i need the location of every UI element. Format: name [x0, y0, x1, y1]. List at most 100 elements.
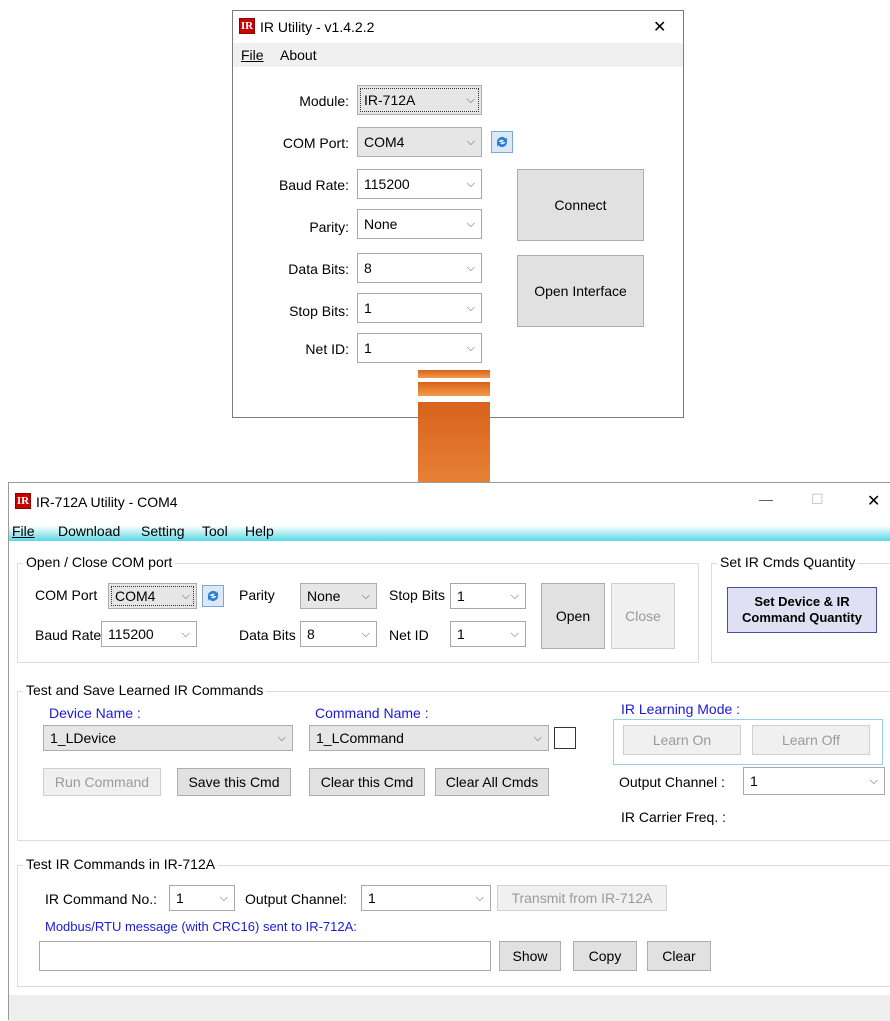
- chevron-down-icon: ⌵: [466, 217, 475, 230]
- chevron-down-icon: ⌵: [869, 774, 878, 787]
- chevron-down-icon: ⌵: [466, 177, 475, 190]
- status-bar: [9, 995, 890, 1021]
- data-bits-value: 8: [364, 260, 372, 276]
- clear-cmd-button[interactable]: Clear this Cmd: [309, 768, 425, 796]
- top-window: IR IR Utility - v1.4.2.2 ✕ File About Mo…: [232, 10, 684, 418]
- menu-bar: File About: [233, 43, 683, 67]
- command-name-select[interactable]: 1_LCommand ⌵: [309, 725, 549, 751]
- data-bits-select[interactable]: 8 ⌵: [357, 253, 482, 283]
- close-icon[interactable]: ✕: [653, 17, 666, 37]
- clear-button[interactable]: Clear: [647, 941, 711, 971]
- module-label: Module:: [299, 93, 349, 109]
- menu-tool[interactable]: Tool: [202, 523, 228, 539]
- output-channel-label: Output Channel :: [619, 774, 725, 790]
- device-name-select[interactable]: 1_LDevice ⌵: [43, 725, 293, 751]
- chevron-down-icon: ⌵: [181, 627, 190, 640]
- menu-help[interactable]: Help: [245, 523, 274, 539]
- menu-bar: File Download Setting Tool Help: [9, 519, 890, 541]
- stop-bits-label: Stop Bits: [389, 587, 446, 603]
- open-button[interactable]: Open: [541, 583, 605, 649]
- baud-rate-select[interactable]: 115200 ⌵: [357, 169, 482, 199]
- refresh-icon[interactable]: [491, 131, 513, 153]
- set-device-label-2: Command Quantity: [742, 610, 862, 625]
- com-port-select[interactable]: COM4 ⌵: [108, 583, 197, 609]
- learn-checkbox[interactable]: [554, 727, 576, 749]
- save-cmd-button[interactable]: Save this Cmd: [177, 768, 291, 796]
- baud-rate-value: 115200: [108, 626, 154, 642]
- parity-label: Parity:: [309, 219, 349, 235]
- stop-bits-select[interactable]: 1 ⌵: [450, 583, 526, 609]
- set-device-quantity-button[interactable]: Set Device & IR Command Quantity: [727, 587, 877, 633]
- connect-button[interactable]: Connect: [517, 169, 644, 241]
- chevron-down-icon: ⌵: [466, 261, 475, 274]
- ir-command-no-select[interactable]: 1 ⌵: [169, 885, 235, 911]
- copy-button[interactable]: Copy: [573, 941, 637, 971]
- baud-rate-label: Baud Rate: [35, 627, 102, 643]
- parity-value: None: [307, 588, 341, 604]
- chevron-down-icon: ⌵: [277, 731, 286, 744]
- baud-rate-select[interactable]: 115200 ⌵: [101, 621, 197, 647]
- cmds-quantity-title: Set IR Cmds Quantity: [717, 554, 859, 570]
- clear-all-cmds-button[interactable]: Clear All Cmds: [435, 768, 549, 796]
- chevron-down-icon: ⌵: [466, 341, 475, 354]
- learn-group: [17, 691, 890, 841]
- menu-file[interactable]: File: [12, 523, 35, 539]
- ir-logo-icon: IR: [239, 18, 255, 34]
- output-channel-value: 1: [750, 773, 758, 789]
- net-id-select[interactable]: 1 ⌵: [450, 621, 526, 647]
- com-port-label: COM Port: [35, 587, 98, 603]
- stop-bits-label: Stop Bits:: [289, 303, 349, 319]
- menu-file[interactable]: File: [241, 47, 264, 63]
- modbus-label: Modbus/RTU message (with CRC16) sent to …: [45, 919, 357, 934]
- open-interface-button[interactable]: Open Interface: [517, 255, 644, 327]
- ir-command-no-value: 1: [176, 890, 184, 906]
- data-bits-value: 8: [307, 626, 315, 642]
- module-value: IR-712A: [364, 92, 416, 108]
- set-device-label-1: Set Device & IR: [754, 594, 850, 609]
- test-output-channel-label: Output Channel:: [245, 891, 347, 907]
- parity-select[interactable]: None ⌵: [357, 209, 482, 239]
- net-id-label: Net ID: [389, 627, 429, 643]
- com-port-group-title: Open / Close COM port: [23, 554, 176, 570]
- stop-bits-select[interactable]: 1 ⌵: [357, 293, 482, 323]
- maximize-icon[interactable]: ☐: [811, 491, 824, 508]
- ir-command-no-label: IR Command No.:: [45, 891, 158, 907]
- bottom-window: IR IR-712A Utility - COM4 — ☐ ✕ File Dow…: [8, 482, 890, 1021]
- transmit-button[interactable]: Transmit from IR-712A: [497, 885, 667, 911]
- chevron-down-icon: ⌵: [510, 627, 519, 640]
- window-title: IR Utility - v1.4.2.2: [260, 19, 375, 35]
- menu-download[interactable]: Download: [58, 523, 120, 539]
- output-channel-select[interactable]: 1 ⌵: [743, 767, 885, 795]
- menu-about[interactable]: About: [280, 47, 317, 63]
- chevron-down-icon: ⌵: [361, 627, 370, 640]
- test-group-title: Test IR Commands in IR-712A: [23, 856, 219, 872]
- chevron-down-icon: ⌵: [181, 589, 190, 602]
- close-icon[interactable]: ✕: [867, 491, 880, 511]
- minimize-icon[interactable]: —: [759, 491, 773, 507]
- show-button[interactable]: Show: [499, 941, 561, 971]
- module-select[interactable]: IR-712A ⌵: [357, 85, 482, 115]
- test-output-channel-select[interactable]: 1 ⌵: [361, 885, 491, 911]
- learning-mode-label: IR Learning Mode :: [621, 701, 741, 717]
- close-button[interactable]: Close: [611, 583, 675, 649]
- run-command-button[interactable]: Run Command: [43, 768, 161, 796]
- data-bits-label: Data Bits: [239, 627, 296, 643]
- menu-setting[interactable]: Setting: [141, 523, 185, 539]
- chevron-down-icon: ⌵: [533, 731, 542, 744]
- modbus-message-field[interactable]: [39, 941, 491, 971]
- refresh-icon[interactable]: [202, 585, 224, 607]
- ir-logo-icon: IR: [15, 493, 31, 509]
- learn-on-button[interactable]: Learn On: [623, 725, 741, 755]
- parity-select[interactable]: None ⌵: [300, 583, 377, 609]
- learn-group-title: Test and Save Learned IR Commands: [23, 682, 267, 698]
- com-port-select[interactable]: COM4 ⌵: [357, 127, 482, 157]
- learn-off-button[interactable]: Learn Off: [752, 725, 870, 755]
- command-name-value: 1_LCommand: [316, 730, 404, 746]
- net-id-value: 1: [364, 340, 372, 356]
- stop-bits-value: 1: [364, 300, 372, 316]
- chevron-down-icon: ⌵: [219, 891, 228, 904]
- net-id-label: Net ID:: [305, 341, 349, 357]
- chevron-down-icon: ⌵: [466, 135, 475, 148]
- net-id-select[interactable]: 1 ⌵: [357, 333, 482, 363]
- data-bits-select[interactable]: 8 ⌵: [300, 621, 377, 647]
